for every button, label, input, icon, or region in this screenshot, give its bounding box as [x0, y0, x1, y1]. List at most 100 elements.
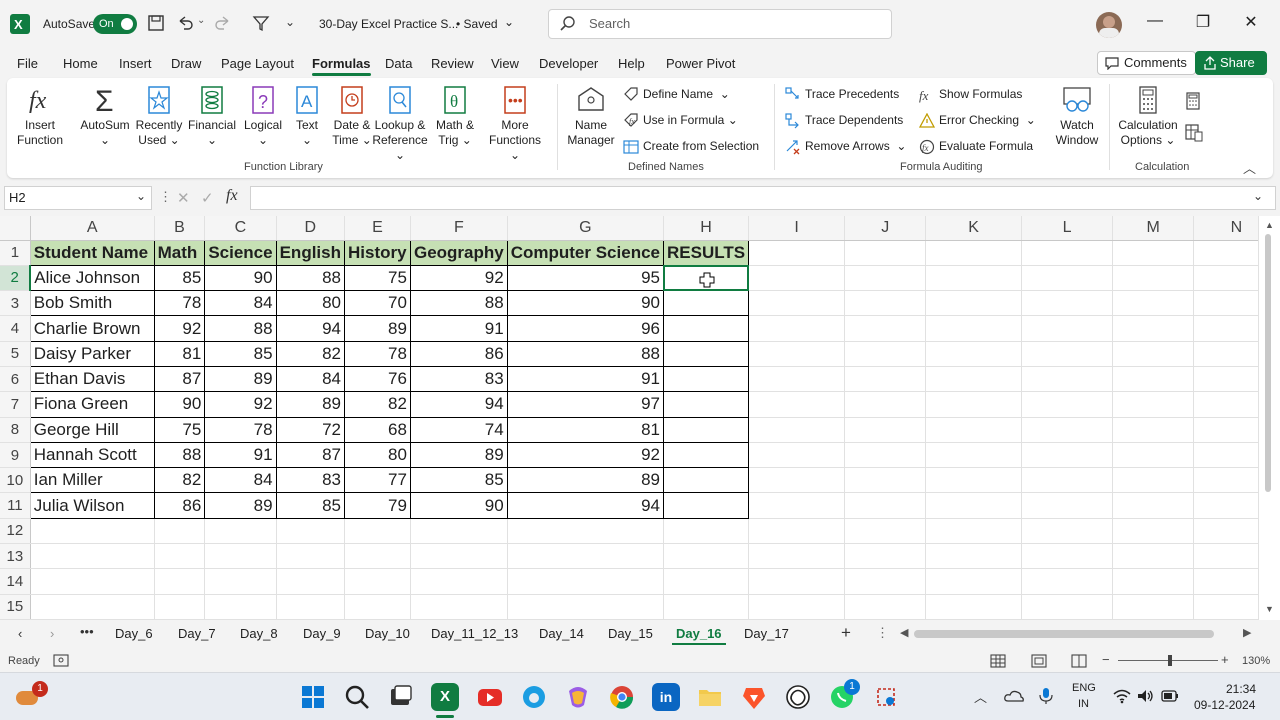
cell-j1[interactable]: [844, 240, 927, 266]
tab-file[interactable]: File: [17, 56, 38, 71]
cell-i10[interactable]: [748, 467, 846, 494]
row-header-2[interactable]: 2: [0, 265, 32, 292]
row-header-12[interactable]: 12: [0, 518, 31, 545]
cell-d4[interactable]: 94: [275, 315, 346, 342]
cell-l10[interactable]: [1021, 467, 1114, 494]
cell-i3[interactable]: [748, 290, 846, 317]
cell-d7[interactable]: 89: [275, 391, 346, 418]
name-box-dropdown-icon[interactable]: ⌄: [136, 189, 146, 203]
row-header-3[interactable]: 3: [0, 290, 31, 317]
cell-f12[interactable]: [410, 518, 508, 545]
cell-i1[interactable]: [748, 240, 846, 266]
cell-d8[interactable]: 72: [275, 416, 346, 443]
cell-i14[interactable]: [748, 568, 846, 595]
column-header-m[interactable]: M: [1112, 216, 1194, 241]
cell-d2[interactable]: 88: [275, 264, 346, 292]
cell-c4[interactable]: 88: [204, 315, 277, 342]
row-header-10[interactable]: 10: [0, 467, 31, 494]
cell-m2[interactable]: [1112, 265, 1194, 292]
cell-k11[interactable]: [925, 492, 1022, 519]
cell-c3[interactable]: 84: [204, 290, 277, 317]
add-sheet-icon[interactable]: +: [841, 623, 851, 643]
cell-c5[interactable]: 85: [204, 340, 277, 367]
calculate-sheet-icon[interactable]: [1185, 124, 1203, 142]
cell-g1[interactable]: Computer Science: [506, 239, 664, 266]
file-title[interactable]: 30-Day Excel Practice S...: [319, 17, 458, 31]
filter-icon[interactable]: [252, 14, 270, 32]
cell-d14[interactable]: [276, 568, 346, 595]
cell-d9[interactable]: 87: [275, 441, 346, 469]
cell-f13[interactable]: [410, 543, 508, 570]
cell-f15[interactable]: [410, 594, 508, 620]
file-explorer-icon[interactable]: [696, 683, 724, 711]
cell-a15[interactable]: [30, 594, 155, 620]
cell-e10[interactable]: 77: [344, 467, 411, 494]
autosave-toggle[interactable]: On: [93, 14, 137, 34]
column-header-a[interactable]: A: [30, 216, 155, 241]
row-header-5[interactable]: 5: [0, 341, 31, 367]
cell-h4[interactable]: [662, 315, 750, 342]
excel-taskbar-icon[interactable]: X: [431, 683, 459, 711]
cell-h12[interactable]: [663, 518, 750, 545]
cell-g13[interactable]: [507, 543, 664, 570]
cell-k13[interactable]: [925, 543, 1022, 570]
cell-i15[interactable]: [748, 594, 846, 620]
linkedin-icon[interactable]: in: [652, 683, 680, 711]
cell-l2[interactable]: [1021, 265, 1114, 292]
cell-j6[interactable]: [844, 366, 927, 393]
cell-f11[interactable]: 90: [409, 492, 508, 519]
cell-a5[interactable]: Daisy Parker: [29, 340, 155, 367]
cell-b6[interactable]: 87: [153, 365, 206, 393]
row-header-1[interactable]: 1: [0, 240, 31, 266]
cell-f6[interactable]: 83: [409, 365, 508, 393]
cell-k14[interactable]: [925, 568, 1022, 595]
cell-f7[interactable]: 94: [409, 391, 508, 418]
column-header-h[interactable]: H: [663, 216, 750, 241]
cell-g6[interactable]: 91: [506, 365, 664, 393]
cell-h5[interactable]: [662, 340, 750, 367]
cell-i12[interactable]: [748, 518, 846, 545]
date-time-button[interactable]: Date & Time ⌄: [329, 84, 375, 148]
define-name-button[interactable]: Define Name ⌄: [623, 84, 730, 104]
cell-m3[interactable]: [1112, 290, 1194, 317]
show-hidden-icons-icon[interactable]: ︿: [974, 687, 987, 706]
cell-h13[interactable]: [663, 543, 750, 570]
cell-e15[interactable]: [344, 594, 411, 620]
brave-icon[interactable]: [740, 683, 768, 711]
tab-insert[interactable]: Insert: [119, 56, 152, 71]
save-status[interactable]: • Saved: [456, 17, 498, 31]
row-header-4[interactable]: 4: [0, 315, 31, 342]
row-header-13[interactable]: 13: [0, 543, 31, 570]
tab-draw[interactable]: Draw: [171, 56, 201, 71]
sheet-tab-day-17[interactable]: Day_17: [744, 626, 789, 641]
undo-icon[interactable]: [176, 14, 194, 32]
sheet-options-icon[interactable]: ⋮: [876, 625, 889, 641]
cell-k7[interactable]: [925, 391, 1022, 418]
cell-i13[interactable]: [748, 543, 846, 570]
more-options-icon[interactable]: ⋮: [159, 189, 172, 205]
cell-j13[interactable]: [844, 543, 927, 570]
select-all-corner[interactable]: [0, 216, 31, 241]
chatgpt-icon[interactable]: [784, 683, 812, 711]
logical-button[interactable]: ? Logical ⌄: [239, 84, 287, 148]
customize-toolbar-icon[interactable]: ⌄: [285, 15, 295, 29]
cell-i8[interactable]: [748, 417, 846, 443]
cell-m1[interactable]: [1112, 240, 1194, 266]
cell-g5[interactable]: 88: [506, 340, 664, 367]
cell-l13[interactable]: [1021, 543, 1114, 570]
cell-b15[interactable]: [154, 594, 206, 620]
cell-c10[interactable]: 84: [204, 467, 277, 494]
insert-function-fx-icon[interactable]: fx: [226, 187, 238, 205]
cell-e5[interactable]: 78: [344, 340, 411, 367]
wifi-icon[interactable]: [1113, 688, 1131, 704]
cell-k12[interactable]: [925, 518, 1022, 545]
column-header-j[interactable]: J: [844, 216, 927, 241]
next-sheet-icon[interactable]: ›: [50, 626, 54, 641]
cell-l3[interactable]: [1021, 290, 1114, 317]
cell-e6[interactable]: 76: [344, 365, 411, 393]
cell-g12[interactable]: [507, 518, 664, 545]
cell-i6[interactable]: [748, 366, 846, 393]
cell-c1[interactable]: Science: [204, 239, 277, 266]
cell-d5[interactable]: 82: [275, 340, 346, 367]
cell-e8[interactable]: 68: [344, 416, 411, 443]
